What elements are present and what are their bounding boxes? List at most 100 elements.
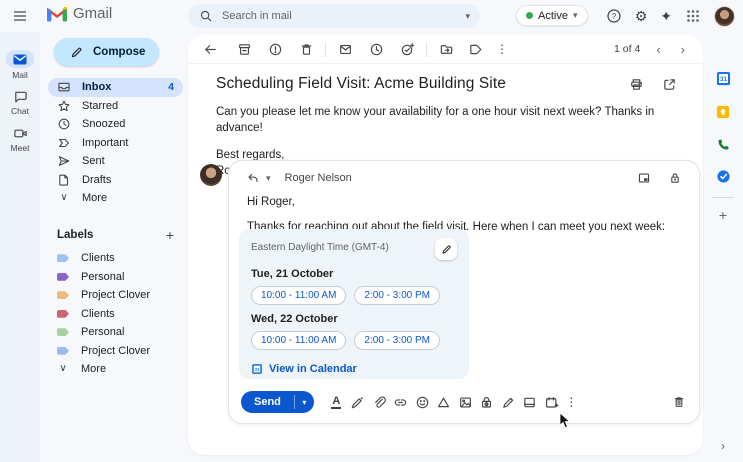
- open-in-new-icon[interactable]: [661, 76, 677, 92]
- app-rail: Mail Chat Meet: [0, 32, 40, 462]
- main-menu-button[interactable]: [11, 7, 29, 25]
- back-arrow-icon[interactable]: [202, 41, 218, 57]
- sidebar-item-inbox[interactable]: Inbox 4: [48, 78, 183, 97]
- search-input[interactable]: [222, 10, 458, 22]
- active-status-dot: [526, 12, 533, 19]
- compose-button[interactable]: Compose: [54, 38, 160, 66]
- top-bar: Gmail ▾ Active ▾ ? ⚙ ✦: [0, 0, 743, 32]
- keep-app-icon[interactable]: [715, 104, 731, 120]
- insert-signature-icon[interactable]: [501, 395, 516, 410]
- discard-draft-icon[interactable]: [671, 394, 687, 410]
- more-compose-options-icon[interactable]: ⋮: [565, 396, 577, 408]
- sidebar-labels-more[interactable]: ∨ More: [48, 360, 183, 379]
- reply-arrow-icon[interactable]: [245, 170, 261, 186]
- send-button[interactable]: Send ▾: [241, 391, 314, 413]
- draft-file-icon: [57, 173, 71, 187]
- sent-plane-icon: [57, 154, 71, 168]
- settings-gear-icon[interactable]: ⚙: [635, 9, 648, 23]
- search-options-icon[interactable]: ▾: [465, 11, 470, 21]
- status-caret-icon: ▾: [572, 10, 578, 20]
- sidebar-item-snoozed[interactable]: Snoozed: [48, 115, 183, 134]
- search-bar[interactable]: ▾: [188, 4, 480, 28]
- get-addons-plus-icon[interactable]: +: [719, 208, 727, 222]
- sidebar-item-label: Drafts: [82, 173, 112, 186]
- sidebar-item-starred[interactable]: Starred: [48, 97, 183, 116]
- profile-avatar[interactable]: [714, 5, 735, 27]
- rail-item-chat[interactable]: Chat: [0, 88, 40, 116]
- voice-app-icon[interactable]: [715, 136, 731, 152]
- sidebar-item-sent[interactable]: Sent: [48, 152, 183, 171]
- gemini-sparkle-icon[interactable]: ✦: [660, 9, 672, 23]
- thread-pagination: 1 of 4: [614, 43, 641, 55]
- mail-toolbar: ⋮ 1 of 4 ‹ ›: [188, 35, 703, 64]
- sidebar: Compose Inbox 4 Starred Snoozed Importan…: [40, 32, 188, 462]
- google-apps-grid-icon[interactable]: [685, 8, 701, 24]
- formatting-options-icon[interactable]: A: [329, 395, 344, 410]
- archive-icon[interactable]: [236, 41, 252, 57]
- move-to-folder-icon[interactable]: [438, 41, 454, 57]
- report-spam-icon[interactable]: [267, 41, 283, 57]
- status-label: Active: [538, 9, 568, 22]
- time-slot-chip[interactable]: 2:00 - 3:00 PM: [354, 286, 441, 305]
- rail-item-mail[interactable]: Mail: [0, 50, 40, 80]
- reply-compose-card: ▾ Roger Nelson Hi Roger, Thanks for reac…: [228, 160, 700, 424]
- send-label: Send: [254, 396, 281, 408]
- label-name: Personal: [81, 326, 125, 339]
- sidebar-label-personal-2[interactable]: Personal: [48, 323, 183, 342]
- help-icon[interactable]: ?: [606, 8, 622, 24]
- label-name: Clients: [81, 252, 115, 265]
- mark-unread-icon[interactable]: [337, 41, 353, 57]
- snooze-icon[interactable]: [368, 41, 384, 57]
- insert-link-icon[interactable]: [393, 395, 408, 410]
- print-icon[interactable]: [628, 76, 644, 92]
- add-to-tasks-icon[interactable]: [399, 41, 415, 57]
- insert-emoji-icon[interactable]: [415, 395, 430, 410]
- rail-label-chat: Chat: [11, 106, 29, 116]
- insert-from-drive-icon[interactable]: [436, 395, 451, 410]
- propose-meeting-times-icon[interactable]: [544, 395, 559, 410]
- sidebar-item-label: Sent: [82, 155, 105, 168]
- confidential-mode-icon[interactable]: [479, 395, 494, 410]
- mail-envelope-icon: [12, 51, 28, 67]
- sidebar-label-project-clover-2[interactable]: Project Clover: [48, 342, 183, 361]
- help-me-write-icon[interactable]: [350, 395, 365, 410]
- newer-thread-icon[interactable]: ‹: [656, 43, 660, 56]
- insert-photo-icon[interactable]: [458, 395, 473, 410]
- sidebar-item-label: Important: [82, 136, 129, 149]
- label-tag-icon[interactable]: [467, 41, 483, 57]
- time-slot-chip[interactable]: 2:00 - 3:00 PM: [354, 331, 441, 350]
- chat-status-selector[interactable]: Active ▾: [516, 5, 588, 26]
- sidebar-label-clients[interactable]: Clients: [48, 249, 183, 268]
- collapse-panel-icon[interactable]: ›: [721, 440, 725, 452]
- label-name: Project Clover: [81, 289, 151, 302]
- lock-icon[interactable]: [667, 170, 683, 186]
- sidebar-item-drafts[interactable]: Drafts: [48, 171, 183, 190]
- delete-trash-icon[interactable]: [298, 41, 314, 57]
- reply-type-caret-icon[interactable]: ▾: [266, 173, 271, 183]
- create-label-plus-icon[interactable]: +: [166, 228, 174, 242]
- older-thread-icon[interactable]: ›: [681, 43, 685, 56]
- sidebar-item-label: Snoozed: [82, 118, 126, 131]
- sidebar-item-more[interactable]: ∨ More: [48, 189, 183, 208]
- sidebar-label-project-clover[interactable]: Project Clover: [48, 286, 183, 305]
- edit-proposal-button[interactable]: [435, 238, 457, 260]
- time-slot-chip[interactable]: 10:00 - 11:00 AM: [251, 286, 347, 305]
- popout-reply-icon[interactable]: [636, 170, 652, 186]
- inbox-unread-count: 4: [168, 81, 174, 94]
- rail-item-meet[interactable]: Meet: [0, 125, 40, 153]
- attach-file-icon[interactable]: [372, 395, 387, 410]
- sidebar-label-clients-2[interactable]: Clients: [48, 305, 183, 324]
- sidebar-item-important[interactable]: Important: [48, 134, 183, 153]
- tasks-app-icon[interactable]: [715, 168, 731, 184]
- sender-avatar[interactable]: [200, 164, 222, 186]
- send-options-caret-icon[interactable]: ▾: [295, 391, 314, 413]
- clock-icon: [57, 117, 71, 131]
- more-options-icon[interactable]: ⋮: [496, 43, 508, 55]
- view-in-calendar-link[interactable]: 31 View in Calendar: [251, 363, 457, 375]
- reply-recipient[interactable]: Roger Nelson: [285, 172, 631, 184]
- reply-body[interactable]: Hi Roger, Thanks for reaching out about …: [229, 186, 699, 235]
- calendar-app-icon[interactable]: 31: [715, 70, 731, 86]
- insert-invitation-icon[interactable]: [522, 395, 537, 410]
- sidebar-label-personal[interactable]: Personal: [48, 268, 183, 287]
- time-slot-chip[interactable]: 10:00 - 11:00 AM: [251, 331, 347, 350]
